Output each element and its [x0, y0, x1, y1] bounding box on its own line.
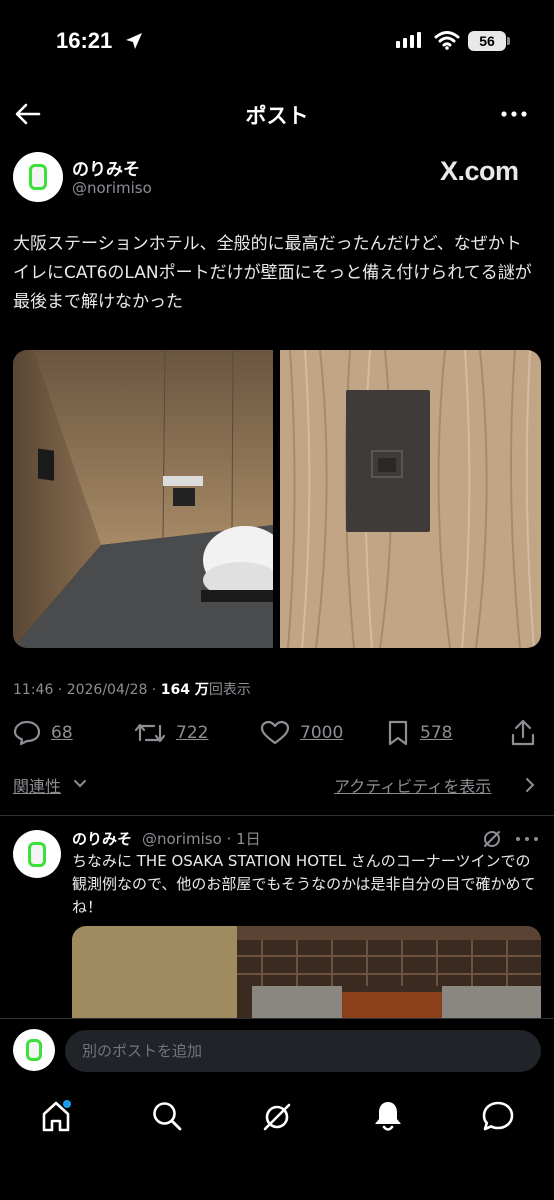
- divider: [0, 815, 554, 816]
- reply-more-icon[interactable]: [515, 834, 539, 844]
- post-text: 大阪ステーションホテル、全般的に最高だったんだけど、なぜかトイレにCAT6のLA…: [13, 234, 532, 312]
- reply-author-handle[interactable]: @norimiso · 1日: [142, 828, 261, 849]
- view-count: 164 万: [160, 682, 209, 698]
- bookmark-icon: [388, 720, 408, 746]
- bookmark-button[interactable]: 578: [386, 720, 452, 746]
- bookmark-count: 578: [420, 723, 453, 743]
- battery-cap: [507, 37, 510, 45]
- page-title: ポスト: [245, 104, 309, 128]
- search-icon[interactable]: [151, 1100, 183, 1132]
- post-meta: 11:46 · 2026/04/28 · 164 万回表示: [13, 679, 251, 699]
- chevron-down-icon[interactable]: [73, 779, 87, 789]
- like-count: 7000: [300, 723, 344, 743]
- comment-icon: [13, 720, 41, 746]
- photo-toilet[interactable]: [13, 350, 273, 648]
- sort-relevance-label: 関連性: [13, 777, 62, 796]
- avatar[interactable]: [13, 152, 63, 202]
- heart-icon: [260, 720, 290, 745]
- grok-tab-icon[interactable]: [260, 1100, 294, 1134]
- like-button[interactable]: 7000: [260, 720, 343, 746]
- author-handle[interactable]: @norimiso: [72, 179, 152, 197]
- view-label: 回表示: [208, 682, 251, 698]
- author-name[interactable]: のりみそ: [72, 155, 140, 180]
- view-activity-label: アクティビティを表示: [334, 777, 492, 796]
- reply-button[interactable]: 68: [13, 720, 73, 746]
- message-icon[interactable]: [481, 1100, 515, 1134]
- repost-count: 722: [176, 723, 209, 743]
- post-time: 11:46 · 2026/04/28 ·: [13, 682, 161, 698]
- reply-avatar[interactable]: [13, 830, 61, 878]
- reply-count: 68: [51, 723, 73, 743]
- reply-compose-input[interactable]: 別のポストを追加: [65, 1030, 541, 1072]
- repost-icon: [134, 723, 166, 743]
- photo-lan-port[interactable]: [280, 350, 541, 648]
- composer-avatar[interactable]: [13, 1029, 55, 1071]
- home-icon[interactable]: [40, 1099, 74, 1133]
- bell-icon[interactable]: [372, 1099, 404, 1133]
- reply-author-name[interactable]: のりみそ: [72, 828, 132, 849]
- share-icon[interactable]: [510, 719, 536, 747]
- grok-icon[interactable]: [482, 829, 502, 849]
- sort-relevance[interactable]: 関連性: [13, 773, 61, 797]
- battery-indicator: 56: [468, 31, 506, 51]
- wifi-icon: [434, 31, 460, 50]
- chevron-right-icon[interactable]: [525, 777, 535, 793]
- source-badge: X.com: [440, 156, 519, 186]
- more-dots-icon[interactable]: [500, 108, 528, 120]
- view-activity-link[interactable]: アクティビティを表示: [334, 773, 491, 797]
- repost-button[interactable]: 722: [134, 720, 208, 746]
- cellular-signal-icon: [396, 32, 421, 48]
- reply-text: ちなみに THE OSAKA STATION HOTEL さんのコーナーツインで…: [72, 852, 536, 916]
- location-arrow-icon: [126, 33, 142, 49]
- status-time: 16:21: [56, 28, 113, 53]
